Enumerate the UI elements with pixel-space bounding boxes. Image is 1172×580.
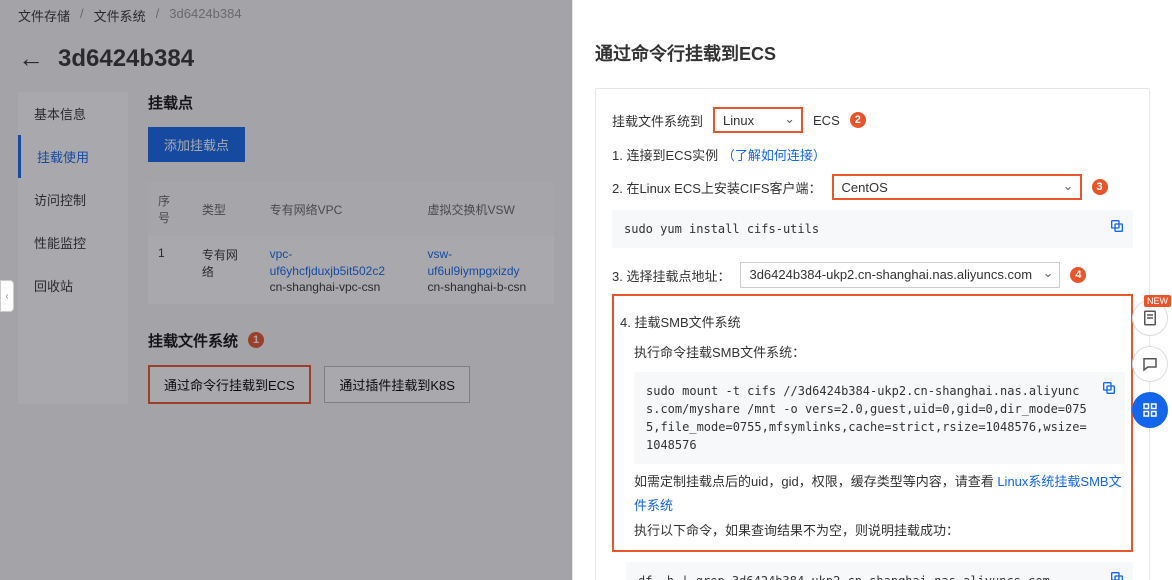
vsw-link[interactable]: vsw-uf6ul9iympgxizdy [427, 246, 544, 280]
step1-link[interactable]: （了解如何连接） [722, 148, 826, 163]
col-seq: 序号 [148, 182, 192, 236]
col-vpc: 专有网络VPC [260, 182, 418, 236]
step4-note-pre: 如需定制挂载点后的uid，gid，权限，缓存类型等内容，请查看 [634, 474, 994, 489]
cell-type: 专有网络 [192, 236, 260, 304]
annotation-marker-2: 2 [850, 112, 866, 128]
breadcrumb-storage[interactable]: 文件存储 [18, 6, 70, 25]
copy-icon[interactable] [1109, 570, 1125, 580]
vpc-link[interactable]: vpc-uf6yhcfjduxjb5it502c2 [270, 246, 408, 280]
col-vsw: 虚拟交换机VSW [417, 182, 554, 236]
step4-highlight-box: 4. 挂载SMB文件系统 执行命令挂载SMB文件系统： sudo mount -… [612, 294, 1133, 552]
breadcrumb: 文件存储 / 文件系统 / 3d6424b384 [0, 0, 572, 31]
col-type: 类型 [192, 182, 260, 236]
step4-sub1: 执行命令挂载SMB文件系统： [634, 341, 1125, 366]
vsw-sub: cn-shanghai-b-csn [427, 280, 526, 294]
code-mount: sudo mount -t cifs //3d6424b384-ukp2.cn-… [634, 372, 1125, 464]
target-label: 挂载文件系统到 [612, 111, 703, 130]
new-badge: NEW [1144, 295, 1171, 307]
float-chat-icon[interactable] [1132, 346, 1168, 382]
annotation-marker-4: 4 [1070, 267, 1086, 283]
mount-points-title: 挂载点 [148, 92, 554, 113]
step1-text: 1. 连接到ECS实例 [612, 148, 718, 163]
add-mount-point-button[interactable]: 添加挂载点 [148, 127, 245, 162]
annotation-marker-3: 3 [1092, 179, 1108, 195]
step3-label: 3. 选择挂载点地址： [612, 266, 730, 285]
float-apps-icon[interactable] [1132, 392, 1168, 428]
table-row: 1 专有网络 vpc-uf6yhcfjduxjb5it502c2 cn-shan… [148, 236, 554, 304]
mount-address-select[interactable]: 3d6424b384-ukp2.cn-shanghai.nas.aliyuncs… [740, 262, 1060, 288]
ecs-suffix: ECS [813, 113, 840, 128]
vpc-sub: cn-shanghai-vpc-csn [270, 280, 381, 294]
copy-icon[interactable] [1109, 218, 1125, 234]
side-nav: 基本信息 挂载使用 访问控制 性能监控 回收站 [18, 92, 128, 404]
code-check: df -h | grep 3d6424b384-ukp2.cn-shanghai… [626, 562, 1133, 580]
sidenav-item-recycle[interactable]: 回收站 [18, 264, 128, 307]
drawer-mount-ecs: 通过命令行挂载到ECS 挂载文件系统到 Linux ECS 2 1. 连接到EC… [572, 0, 1172, 580]
sidenav-item-access[interactable]: 访问控制 [18, 178, 128, 221]
cell-seq: 1 [148, 236, 192, 304]
mount-points-table: 序号 类型 专有网络VPC 虚拟交换机VSW 1 专有网络 vpc-uf6yhc… [148, 182, 554, 304]
step2-label: 2. 在Linux ECS上安装CIFS客户端： [612, 178, 822, 197]
mount-ecs-button[interactable]: 通过命令行挂载到ECS [148, 365, 311, 404]
breadcrumb-current: 3d6424b384 [169, 6, 241, 25]
mount-fs-title: 挂载文件系统 [148, 330, 238, 351]
annotation-marker-1: 1 [248, 332, 264, 348]
sidenav-item-mount[interactable]: 挂载使用 [18, 135, 128, 178]
sidenav-item-perf[interactable]: 性能监控 [18, 221, 128, 264]
os-select[interactable]: Linux [713, 107, 803, 133]
page-title: 3d6424b384 [58, 45, 194, 73]
float-doc-icon[interactable]: NEW [1132, 300, 1168, 336]
breadcrumb-filesystems[interactable]: 文件系统 [94, 6, 146, 25]
step4-sub2: 执行以下命令，如果查询结果不为空，则说明挂载成功： [634, 519, 1125, 544]
distro-select[interactable]: CentOS [832, 174, 1082, 200]
back-arrow-icon[interactable]: ← [18, 43, 44, 74]
sidenav-item-basic[interactable]: 基本信息 [18, 92, 128, 135]
drawer-title: 通过命令行挂载到ECS [595, 0, 1150, 88]
code-install: sudo yum install cifs-utils [612, 210, 1133, 248]
copy-icon[interactable] [1101, 380, 1117, 396]
step4-title: 4. 挂载SMB文件系统 [620, 312, 1125, 331]
mount-k8s-button[interactable]: 通过插件挂载到K8S [324, 366, 470, 403]
collapse-handle-icon[interactable]: ‹ [0, 280, 14, 312]
